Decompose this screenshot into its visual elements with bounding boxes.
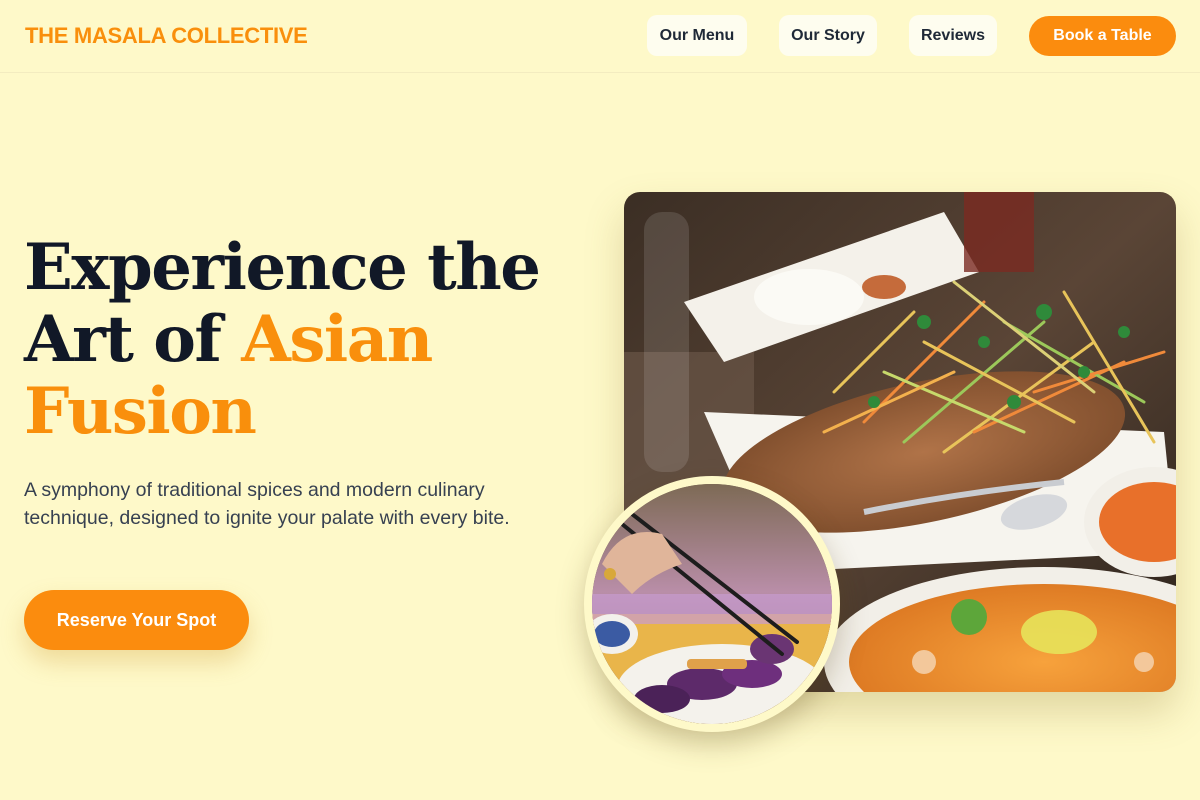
nav-link-our-menu[interactable]: Our Menu bbox=[647, 15, 747, 56]
reserve-spot-button[interactable]: Reserve Your Spot bbox=[24, 590, 249, 650]
hero-title-plain: Art of bbox=[24, 302, 242, 377]
hero-title-line-2: Art of Asian bbox=[24, 304, 584, 376]
hero-title-line-3: Fusion bbox=[24, 374, 257, 449]
brand-logo[interactable]: THE MASALA COLLECTIVE bbox=[25, 23, 308, 49]
navbar: THE MASALA COLLECTIVE Our Menu Our Story… bbox=[0, 0, 1200, 73]
hero-title: Experience the Art of Asian Fusion bbox=[24, 232, 584, 448]
book-table-button[interactable]: Book a Table bbox=[1029, 16, 1176, 56]
nav-link-reviews[interactable]: Reviews bbox=[909, 15, 997, 56]
hero-title-line-1: Experience the bbox=[24, 230, 541, 305]
circle-dish-photo bbox=[584, 476, 840, 732]
nav-link-our-story[interactable]: Our Story bbox=[779, 15, 877, 56]
hero-subtitle: A symphony of traditional spices and mod… bbox=[24, 479, 510, 529]
hero-title-accent: Asian bbox=[241, 302, 433, 377]
circle-dish-illustration bbox=[592, 484, 832, 724]
